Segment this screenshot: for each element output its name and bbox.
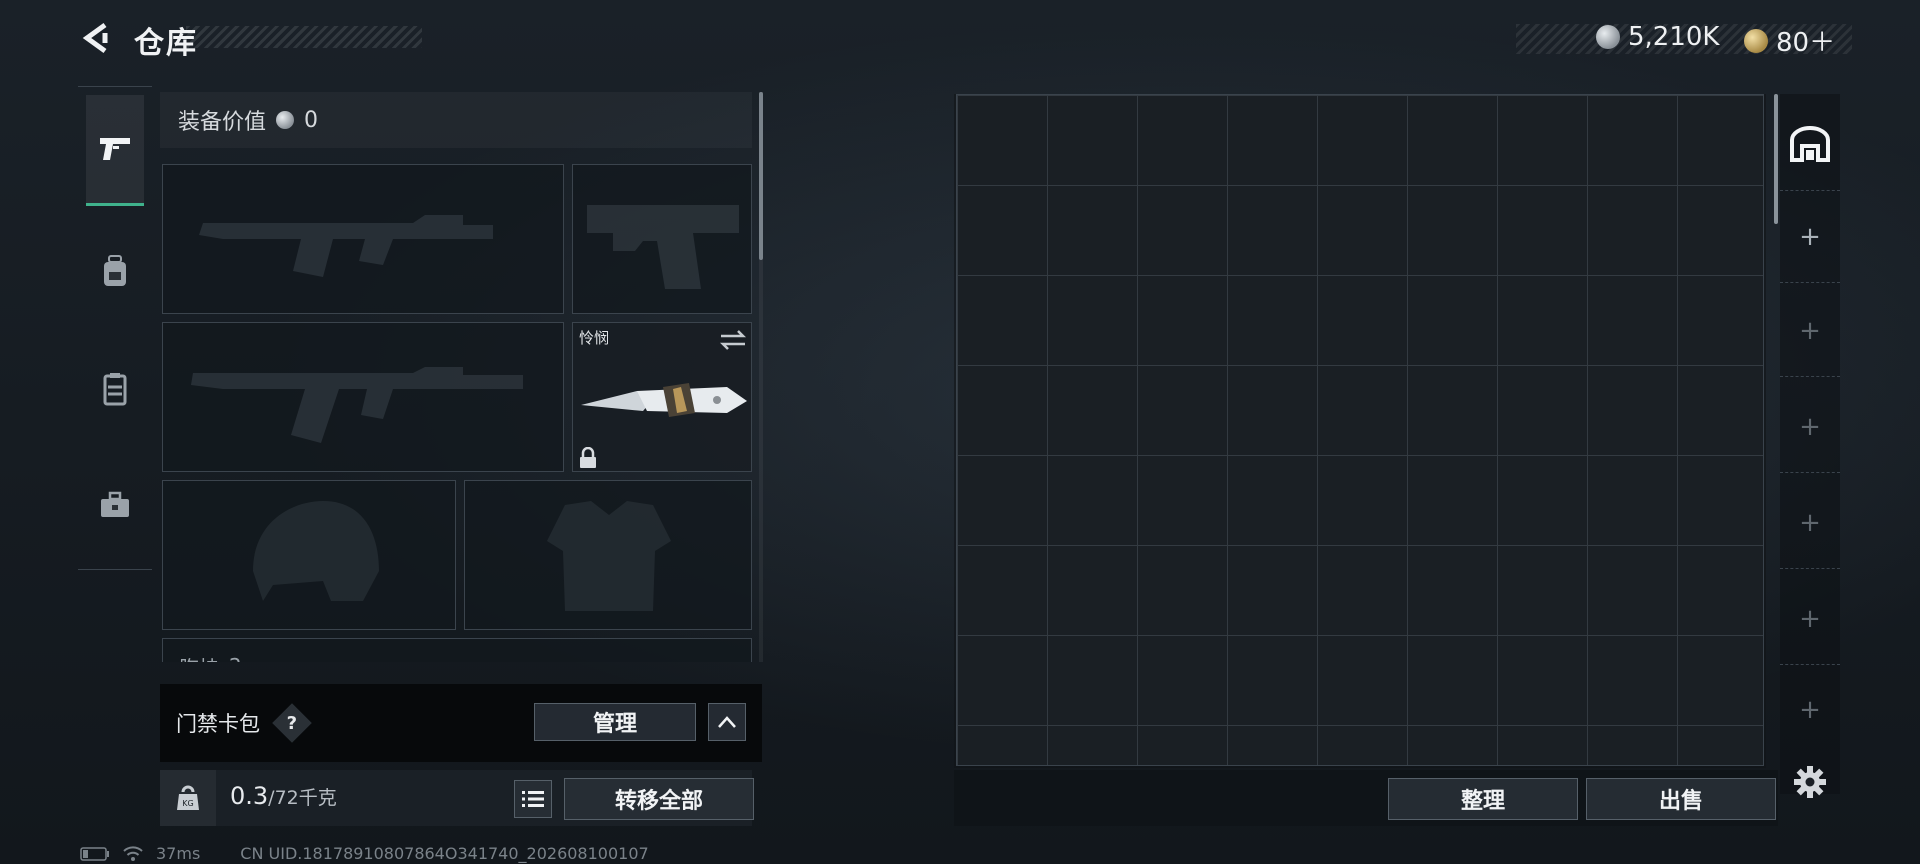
transfer-all-button[interactable]: 转移全部	[564, 778, 754, 820]
help-icon[interactable]: ?	[272, 703, 312, 743]
weight-current: 0.3	[230, 782, 269, 810]
stash-tab-add-6[interactable]: +	[1780, 670, 1840, 750]
gold-coin-icon	[1744, 28, 1768, 53]
back-arrow-icon	[82, 22, 108, 54]
warehouse-icon	[1790, 126, 1830, 162]
equipment-value: 0	[304, 107, 319, 133]
wifi-icon	[123, 845, 143, 861]
weight-bar: KG 0.3/72千克 转移全部	[160, 770, 754, 826]
stash-tab-add-4[interactable]: +	[1780, 478, 1840, 569]
stash-tab-add-1[interactable]: +	[1780, 192, 1840, 283]
stash-tab-add-2[interactable]: +	[1780, 286, 1840, 377]
primary-weapon-slot-1[interactable]	[162, 164, 564, 314]
gold-currency: 80＋	[1744, 22, 1835, 59]
chest-rig-count: 2	[229, 654, 242, 662]
primary-weapon-slot-2[interactable]	[162, 322, 564, 472]
chevron-up-icon	[718, 716, 736, 728]
stash-tab-main[interactable]	[1780, 98, 1840, 191]
toolbox-icon	[101, 491, 129, 517]
knife-icon	[581, 383, 747, 417]
stash-scrollbar[interactable]	[1774, 94, 1778, 224]
stash-grid[interactable]	[956, 94, 1764, 766]
secondary-weapon-slot[interactable]	[572, 164, 752, 314]
silver-coin-icon	[276, 111, 295, 129]
rail-item-toolbox[interactable]	[86, 451, 144, 559]
melee-weapon-name: 怜悯	[579, 329, 610, 347]
chest-rig-label: 胸挂	[179, 652, 219, 663]
kettlebell-icon: KG	[177, 785, 199, 810]
rail-item-weapons[interactable]	[86, 95, 144, 206]
back-button[interactable]	[76, 18, 116, 58]
equipment-panel: 装备价值 0 怜悯	[160, 88, 752, 662]
backpack-icon	[104, 255, 126, 286]
pistol-silhouette-icon	[587, 205, 739, 289]
weight-readout: 0.3/72千克	[230, 782, 337, 810]
sell-button[interactable]: 出售	[1586, 778, 1776, 820]
svg-text:KG: KG	[182, 799, 193, 808]
rifle-silhouette-icon	[191, 367, 523, 443]
page-title: 仓库	[134, 26, 198, 61]
equipment-scrollbar[interactable]	[759, 92, 763, 260]
equipment-value-bar: 装备价值 0	[160, 92, 752, 148]
rail-item-backpack[interactable]	[86, 217, 144, 325]
helmet-silhouette-icon	[253, 501, 379, 601]
equipment-value-label: 装备价值	[178, 110, 267, 135]
access-card-pack-bar: 门禁卡包 ? 管理	[160, 684, 762, 762]
weight-max: /72千克	[268, 787, 337, 809]
title-decor	[186, 26, 422, 48]
stash-tab-add-5[interactable]: +	[1780, 574, 1840, 665]
stash-tab-add-3[interactable]: +	[1780, 382, 1840, 473]
status-footer: 37ms CN UID.18178910807864O341740_202608…	[80, 844, 649, 863]
list-icon	[522, 791, 544, 807]
melee-weapon-slot[interactable]: 怜悯	[572, 322, 752, 472]
lock-icon	[580, 447, 596, 468]
silver-amount: 5,210K	[1628, 22, 1720, 52]
gold-amount: 80＋	[1776, 28, 1836, 58]
ping-value: 37ms	[156, 844, 201, 863]
body-armor-slot[interactable]	[464, 480, 752, 630]
silver-coin-icon	[1596, 25, 1620, 49]
helmet-slot[interactable]	[162, 480, 456, 630]
rifle-silhouette-icon	[199, 215, 493, 277]
pistol-icon	[100, 138, 130, 160]
equipment-category-rail	[78, 86, 152, 570]
silver-currency: 5,210K	[1596, 22, 1719, 52]
rail-item-vest[interactable]	[86, 335, 144, 443]
chest-rig-slot[interactable]: 胸挂 2	[162, 638, 752, 662]
list-view-button[interactable]	[514, 780, 552, 818]
gear-icon	[1794, 766, 1826, 798]
swap-icon[interactable]	[719, 329, 747, 351]
uid-text: CN UID.18178910807864O341740_20260810010…	[240, 844, 649, 863]
vest-icon	[103, 373, 127, 406]
sort-button[interactable]: 整理	[1388, 778, 1578, 820]
collapse-button[interactable]	[708, 703, 746, 741]
armor-silhouette-icon	[547, 501, 671, 611]
weight-icon-box: KG	[160, 770, 216, 826]
battery-icon	[80, 846, 109, 861]
settings-button[interactable]	[1790, 762, 1830, 802]
access-card-pack-label: 门禁卡包	[176, 712, 260, 736]
manage-button[interactable]: 管理	[534, 703, 696, 741]
